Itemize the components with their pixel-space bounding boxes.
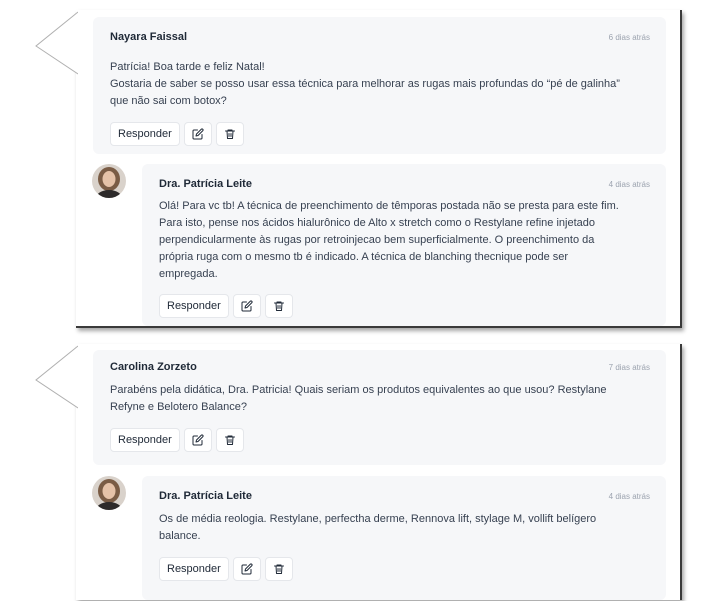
comment-timestamp: 7 dias atrás: [608, 363, 650, 372]
reply-line: perpendicularmente às rugas por retroinj…: [159, 234, 595, 246]
reply-button[interactable]: Responder: [159, 294, 229, 318]
reply-author: Dra. Patrícia Leite: [159, 490, 252, 502]
reply: Dra. Patrícia Leite 4 dias atrás Olá! Pa…: [142, 164, 666, 326]
callout-pointer: [35, 11, 78, 75]
edit-button[interactable]: [232, 557, 261, 581]
comment-author: Nayara Faissal: [110, 31, 188, 43]
comment: Nayara Faissal 6 dias atrás Patrícia! Bo…: [93, 17, 666, 154]
reply-line: balance.: [159, 530, 201, 542]
comment-line: Patrícia! Boa tarde e feliz Natal!: [110, 61, 265, 73]
reply-line: própria ruga com o mesmo tb é indicado. …: [159, 251, 569, 263]
comment-line: Refyne e Belotero Balance?: [110, 401, 247, 413]
comment-thread-card: Nayara Faissal 6 dias atrás Patrícia! Bo…: [35, 10, 682, 328]
reply-author: Dra. Patrícia Leite: [159, 178, 252, 190]
trash-icon: [273, 301, 284, 311]
comment-actions: Responder: [110, 122, 244, 146]
reply-line: empregada.: [159, 268, 218, 280]
delete-button[interactable]: [215, 428, 244, 452]
trash-icon: [224, 435, 235, 445]
edit-icon: [192, 434, 204, 446]
reply-body: Olá! Para vc tb! A técnica de preenchime…: [159, 198, 619, 283]
comment-line: Gostaria de saber se posso usar essa téc…: [110, 78, 620, 90]
avatar: [92, 476, 126, 510]
edit-icon: [241, 563, 253, 575]
reply-button[interactable]: Responder: [110, 122, 180, 146]
comment-body: Parabéns pela didática, Dra. Patricia! Q…: [110, 382, 607, 416]
callout-pointer: [35, 345, 78, 409]
edit-icon: [192, 128, 204, 140]
reply-actions: Responder: [159, 557, 293, 581]
comment-thread-card: Carolina Zorzeto 7 dias atrás Parabéns p…: [35, 344, 682, 600]
edit-icon: [241, 300, 253, 312]
edit-button[interactable]: [183, 122, 212, 146]
reply-button[interactable]: Responder: [159, 557, 229, 581]
comment-line: Parabéns pela didática, Dra. Patricia! Q…: [110, 384, 607, 396]
comment-author: Carolina Zorzeto: [110, 361, 197, 373]
delete-button[interactable]: [264, 557, 293, 581]
reply-line: Os de média reologia. Restylane, perfect…: [159, 513, 597, 525]
reply-timestamp: 4 dias atrás: [608, 492, 650, 501]
reply-line: Para isto, pense nos ácidos hialurônico …: [159, 217, 595, 229]
reply-timestamp: 4 dias atrás: [608, 180, 650, 189]
comment-line: que não sai com botox?: [110, 95, 227, 107]
comment-actions: Responder: [110, 428, 244, 452]
trash-icon: [273, 564, 284, 574]
reply-body: Os de média reologia. Restylane, perfect…: [159, 511, 596, 545]
avatar: [92, 164, 126, 198]
reply-actions: Responder: [159, 294, 293, 318]
comment-timestamp: 6 dias atrás: [608, 33, 650, 42]
edit-button[interactable]: [183, 428, 212, 452]
delete-button[interactable]: [215, 122, 244, 146]
reply-button[interactable]: Responder: [110, 428, 180, 452]
trash-icon: [224, 129, 235, 139]
comment: Carolina Zorzeto 7 dias atrás Parabéns p…: [93, 350, 666, 465]
edit-button[interactable]: [232, 294, 261, 318]
reply-line: Olá! Para vc tb! A técnica de preenchime…: [159, 200, 619, 212]
comment-body: Patrícia! Boa tarde e feliz Natal! Gosta…: [110, 59, 620, 110]
delete-button[interactable]: [264, 294, 293, 318]
reply: Dra. Patrícia Leite 4 dias atrás Os de m…: [142, 476, 666, 600]
